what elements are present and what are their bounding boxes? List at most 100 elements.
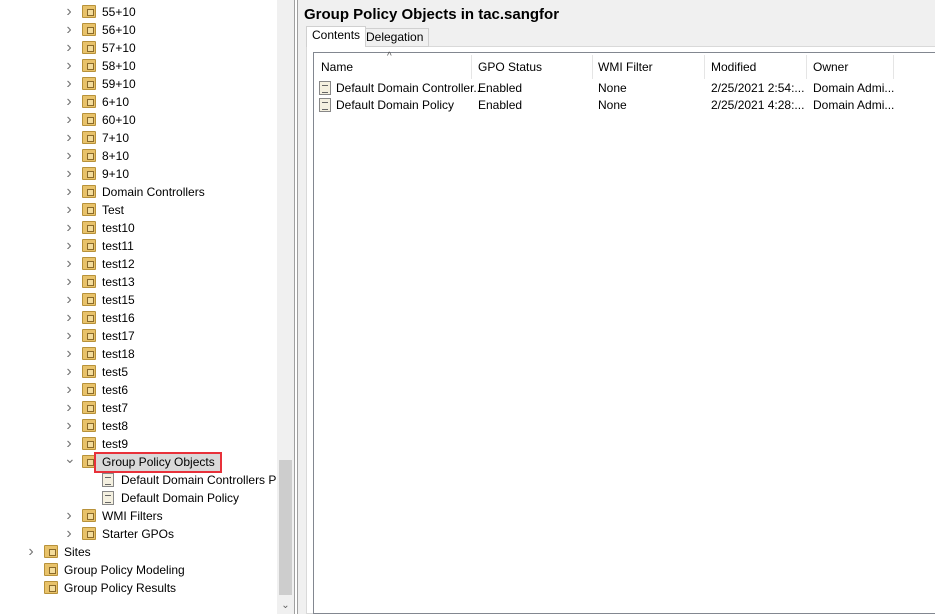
- chevron-right-icon[interactable]: ›: [64, 165, 74, 183]
- tree-item-ou[interactable]: › 57+10: [0, 39, 277, 57]
- tree-item-ou[interactable]: › test8: [0, 417, 277, 435]
- chevron-right-icon[interactable]: ›: [26, 543, 36, 561]
- chevron-right-icon[interactable]: ›: [64, 39, 74, 57]
- chevron-right-icon[interactable]: ›: [64, 507, 74, 525]
- chevron-right-icon[interactable]: ›: [64, 57, 74, 75]
- gpo-scroll-icon: [319, 98, 331, 112]
- tree-item-ou[interactable]: › test7: [0, 399, 277, 417]
- gpo-list: ^ Name GPO Status WMI Filter Modified Ow…: [313, 51, 935, 614]
- starter-gpo-folder-icon: [82, 527, 96, 540]
- column-header-modified[interactable]: Modified: [711, 59, 756, 79]
- column-header-wmi-filter[interactable]: WMI Filter: [598, 59, 653, 79]
- tree-item-ou[interactable]: › test10: [0, 219, 277, 237]
- tree-item-label: Default Domain Controllers P: [121, 473, 277, 487]
- tree-item-ou[interactable]: › 56+10: [0, 21, 277, 39]
- tree-item-ou[interactable]: › 55+10: [0, 3, 277, 21]
- tree-item-ou[interactable]: › Test: [0, 201, 277, 219]
- cell-owner: Domain Admi...: [813, 81, 895, 95]
- tree-item-label: test5: [102, 365, 129, 379]
- ou-folder-icon: [82, 257, 96, 270]
- chevron-right-icon[interactable]: ›: [64, 417, 74, 435]
- tree-item-group-policy-modeling[interactable]: Group Policy Modeling: [0, 561, 277, 579]
- tab-contents[interactable]: Contents: [306, 26, 367, 47]
- tree-scrollbar[interactable]: ⌄: [277, 0, 294, 614]
- chevron-right-icon[interactable]: ›: [64, 273, 74, 291]
- tree-item-ou[interactable]: › 6+10: [0, 93, 277, 111]
- tree-item-ou[interactable]: › 9+10: [0, 165, 277, 183]
- chevron-right-icon[interactable]: ›: [64, 75, 74, 93]
- chevron-right-icon[interactable]: ›: [64, 93, 74, 111]
- scroll-down-button[interactable]: ⌄: [277, 597, 294, 614]
- tree-item-label: test13: [102, 275, 135, 289]
- column-header-name[interactable]: Name: [321, 59, 353, 79]
- ou-folder-icon: [82, 383, 96, 396]
- tree-item-label: test10: [102, 221, 135, 235]
- chevron-right-icon[interactable]: ›: [64, 291, 74, 309]
- chevron-right-icon[interactable]: ›: [64, 237, 74, 255]
- chevron-right-icon[interactable]: ›: [64, 111, 74, 129]
- chevron-right-icon[interactable]: ›: [64, 255, 74, 273]
- tree-item-label: 57+10: [102, 41, 136, 55]
- console-tree: › 55+10 › 56+10 › 57+10 › 58+10 › 59+10 › 6+10 › 60+1…: [0, 0, 295, 614]
- column-header-owner[interactable]: Owner: [813, 59, 848, 79]
- tree-item-label: 59+10: [102, 77, 136, 91]
- ou-folder-icon: [82, 113, 96, 126]
- tree-item-group-policy-results[interactable]: Group Policy Results: [0, 579, 277, 597]
- chevron-right-icon[interactable]: ›: [64, 147, 74, 165]
- tree-item-ou[interactable]: › test16: [0, 309, 277, 327]
- tree-item-ou[interactable]: › Domain Controllers: [0, 183, 277, 201]
- tree-item-ou[interactable]: › test11: [0, 237, 277, 255]
- tree-item-ou[interactable]: › test18: [0, 345, 277, 363]
- chevron-right-icon[interactable]: ›: [64, 219, 74, 237]
- tree-item-ou[interactable]: › 8+10: [0, 147, 277, 165]
- chevron-right-icon[interactable]: ›: [64, 345, 74, 363]
- tree-item-ou[interactable]: › test13: [0, 273, 277, 291]
- tree-item-ou[interactable]: › test5: [0, 363, 277, 381]
- gpo-scroll-icon: [102, 491, 114, 505]
- chevron-right-icon[interactable]: ›: [64, 3, 74, 21]
- ou-folder-icon: [82, 5, 96, 18]
- cell-owner: Domain Admi...: [813, 98, 895, 112]
- pane-title: Group Policy Objects in tac.sangfor: [304, 6, 560, 23]
- ou-folder-icon: [82, 365, 96, 378]
- tree-item-ou[interactable]: › 58+10: [0, 57, 277, 75]
- tree-item-label: 58+10: [102, 59, 136, 73]
- tree-item-gpo[interactable]: Default Domain Policy: [0, 489, 277, 507]
- tab-delegation[interactable]: Delegation: [360, 28, 430, 47]
- tree-item-ou[interactable]: › 7+10: [0, 129, 277, 147]
- ou-folder-icon: [82, 275, 96, 288]
- tree-item-ou[interactable]: › test12: [0, 255, 277, 273]
- tree-item-ou[interactable]: › 59+10: [0, 75, 277, 93]
- cell-name: Default Domain Controller...: [336, 81, 484, 95]
- ou-folder-icon: [82, 419, 96, 432]
- table-row[interactable]: Default Domain Policy Enabled None 2/25/202…: [314, 97, 914, 114]
- chevron-right-icon[interactable]: ›: [64, 21, 74, 39]
- chevron-right-icon[interactable]: ›: [64, 381, 74, 399]
- table-row[interactable]: Default Domain Controller... Enabled None 2…: [314, 80, 914, 97]
- chevron-right-icon[interactable]: ›: [64, 327, 74, 345]
- tree-item-ou[interactable]: › test9: [0, 435, 277, 453]
- column-header-gpo-status[interactable]: GPO Status: [478, 59, 542, 79]
- chevron-right-icon[interactable]: ›: [64, 309, 74, 327]
- tree-item-ou[interactable]: › 60+10: [0, 111, 277, 129]
- gpo-scroll-icon: [102, 473, 114, 487]
- scrollbar-thumb[interactable]: [279, 460, 292, 595]
- chevron-right-icon[interactable]: ›: [64, 399, 74, 417]
- tree-item-ou[interactable]: › test17: [0, 327, 277, 345]
- tree-item-wmi-filters[interactable]: › WMI Filters: [0, 507, 277, 525]
- chevron-right-icon[interactable]: ›: [64, 129, 74, 147]
- tree-item-gpo[interactable]: Default Domain Controllers P: [0, 471, 277, 489]
- chevron-right-icon[interactable]: ›: [64, 525, 74, 543]
- ou-folder-icon: [82, 311, 96, 324]
- tree-item-label: Test: [102, 203, 125, 217]
- chevron-right-icon[interactable]: ›: [64, 363, 74, 381]
- chevron-down-icon[interactable]: ⌄: [64, 451, 76, 471]
- chevron-right-icon[interactable]: ›: [64, 183, 74, 201]
- tree-item-sites[interactable]: › Sites: [0, 543, 277, 561]
- chevron-right-icon[interactable]: ›: [64, 201, 74, 219]
- tree-item-ou[interactable]: › test15: [0, 291, 277, 309]
- tree-item-starter-gpos[interactable]: › Starter GPOs: [0, 525, 277, 543]
- ou-folder-icon: [82, 59, 96, 72]
- tree-item-ou[interactable]: › test6: [0, 381, 277, 399]
- tree-item-label: 60+10: [102, 113, 136, 127]
